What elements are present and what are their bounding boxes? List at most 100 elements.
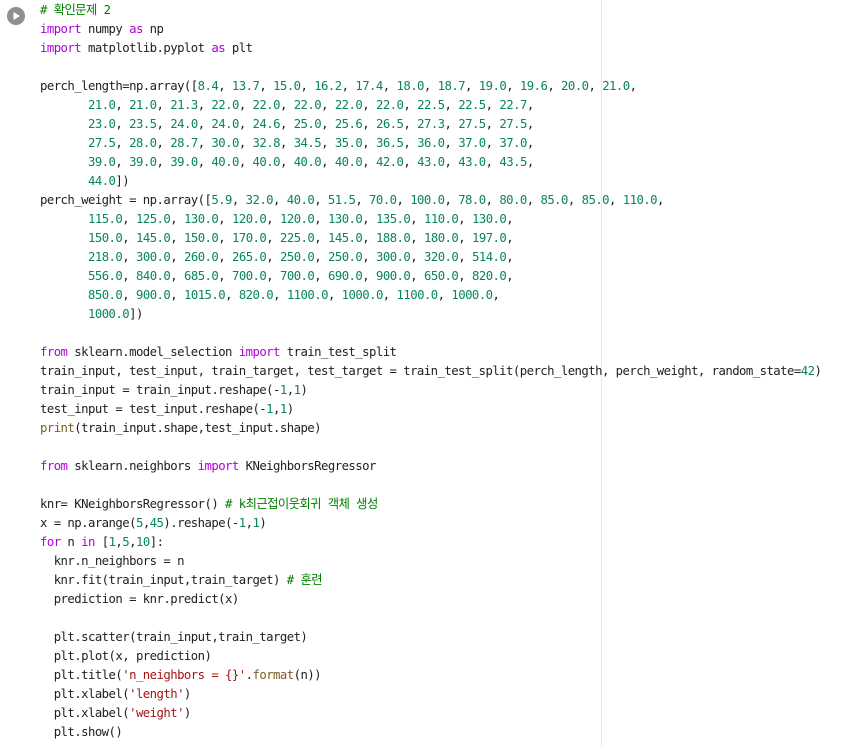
code-token: 45 — [149, 516, 164, 530]
code-token: 556.0 — [87, 269, 123, 283]
code-token: , — [266, 250, 280, 264]
code-token: , — [410, 250, 424, 264]
code-line: 115.0, 125.0, 130.0, 120.0, 120.0, 130.0… — [40, 210, 821, 229]
code-token: , — [410, 231, 424, 245]
code-token: , — [403, 117, 418, 131]
code-token: 250.0 — [279, 250, 315, 264]
code-token: , — [238, 136, 253, 150]
code-token: , — [238, 98, 253, 112]
code-token: 26.5 — [375, 117, 404, 131]
code-token: 17.4 — [355, 79, 383, 93]
code-token: , — [362, 136, 376, 150]
code-line: 556.0, 840.0, 685.0, 700.0, 700.0, 690.0… — [40, 267, 821, 286]
code-token: 27.5 — [87, 136, 116, 150]
code-token: 125.0 — [135, 212, 171, 226]
code-token: 820.0 — [471, 269, 507, 283]
code-token: , — [279, 117, 294, 131]
code-token: 700.0 — [231, 269, 267, 283]
code-token: ) — [183, 687, 191, 701]
code-token: , — [300, 79, 315, 93]
code-token: , — [314, 193, 328, 207]
code-line: test_input = test_input.reshape(-1,1) — [40, 400, 821, 419]
code-line: perch_length=np.array([8.4, 13.7, 15.0, … — [40, 77, 821, 96]
code-token: , — [444, 136, 459, 150]
code-line: 150.0, 145.0, 150.0, 170.0, 225.0, 145.0… — [40, 229, 821, 248]
code-token: 10 — [136, 535, 150, 549]
run-cell-button[interactable] — [7, 7, 25, 25]
code-token: from — [40, 345, 68, 359]
code-token: , — [156, 136, 171, 150]
code-token: 22.5 — [458, 98, 486, 112]
code-token: 150.0 — [87, 231, 123, 245]
code-token: 40.0 — [252, 155, 281, 169]
code-token: , — [567, 193, 582, 207]
code-token: , — [657, 193, 664, 207]
code-token: , — [485, 193, 500, 207]
code-token: , — [403, 155, 418, 169]
code-token: 1 — [266, 402, 274, 416]
code-token: , — [629, 79, 637, 93]
code-line: for n in [1,5,10]: — [40, 533, 821, 552]
code-token: , — [122, 250, 136, 264]
code-line: 21.0, 21.0, 21.3, 22.0, 22.0, 22.0, 22.0… — [40, 96, 821, 115]
code-token: 19.0 — [478, 79, 507, 93]
code-token: 300.0 — [135, 250, 171, 264]
code-token: 685.0 — [183, 269, 219, 283]
code-token: as — [211, 41, 226, 55]
code-token: ) — [300, 383, 308, 397]
code-token: , — [458, 269, 472, 283]
code-token: 19.6 — [519, 79, 548, 93]
code-token: 51.5 — [327, 193, 356, 207]
code-token: , — [485, 98, 500, 112]
code-token: , — [286, 383, 294, 397]
code-token: , — [465, 79, 479, 93]
code-token: , — [506, 212, 514, 226]
code-token: , — [314, 250, 328, 264]
code-token: 27.5 — [499, 117, 527, 131]
code-line: from sklearn.model_selection import trai… — [40, 343, 821, 362]
code-token: 40.0 — [293, 155, 322, 169]
code-token: # 확인문제 2 — [40, 3, 111, 17]
code-editor[interactable]: # 확인문제 2 import numpy as np import matplot… — [40, 1, 822, 742]
code-token: 100.0 — [410, 193, 445, 207]
code-token: 120.0 — [279, 212, 315, 226]
code-line: from sklearn.neighbors import KNeighbors… — [40, 457, 821, 476]
code-token: 30.0 — [211, 136, 239, 150]
code-token: 1 — [238, 516, 246, 530]
code-token: 18.7 — [437, 79, 466, 93]
code-token: , — [115, 117, 130, 131]
code-token: import — [238, 345, 281, 359]
code-token: 78.0 — [458, 193, 486, 207]
code-token: 36.5 — [375, 136, 404, 150]
code-line: 218.0, 300.0, 260.0, 265.0, 250.0, 250.0… — [40, 248, 821, 267]
code-token: , — [156, 155, 171, 169]
code-token: 42.0 — [375, 155, 404, 169]
code-line: knr= KNeighborsRegressor() # k최근접이웃회귀 객체… — [40, 495, 821, 514]
code-cell[interactable]: # 확인문제 2 import numpy as np import matplot… — [0, 0, 851, 746]
code-token: 80.0 — [499, 193, 527, 207]
code-token: 218.0 — [87, 250, 123, 264]
code-token: 110.0 — [423, 212, 459, 226]
code-token: , — [382, 79, 397, 93]
code-token: , — [362, 250, 376, 264]
code-token: , — [321, 117, 335, 131]
code-token: 320.0 — [423, 250, 459, 264]
code-token: 1 — [279, 383, 287, 397]
code-token: , — [362, 98, 376, 112]
code-token: 130.0 — [471, 212, 507, 226]
code-token: , — [218, 79, 232, 93]
code-token: 1 — [279, 402, 287, 416]
code-token: , — [382, 288, 397, 302]
code-token: 265.0 — [231, 250, 267, 264]
code-token: 850.0 — [87, 288, 123, 302]
code-token: 27.5 — [458, 117, 486, 131]
code-token: , — [218, 231, 232, 245]
code-token: , — [122, 212, 136, 226]
code-token: prediction = knr.predict(x) — [40, 592, 240, 606]
code-token: , — [362, 155, 376, 169]
code-token: import — [197, 459, 240, 473]
code-token: , — [458, 250, 472, 264]
